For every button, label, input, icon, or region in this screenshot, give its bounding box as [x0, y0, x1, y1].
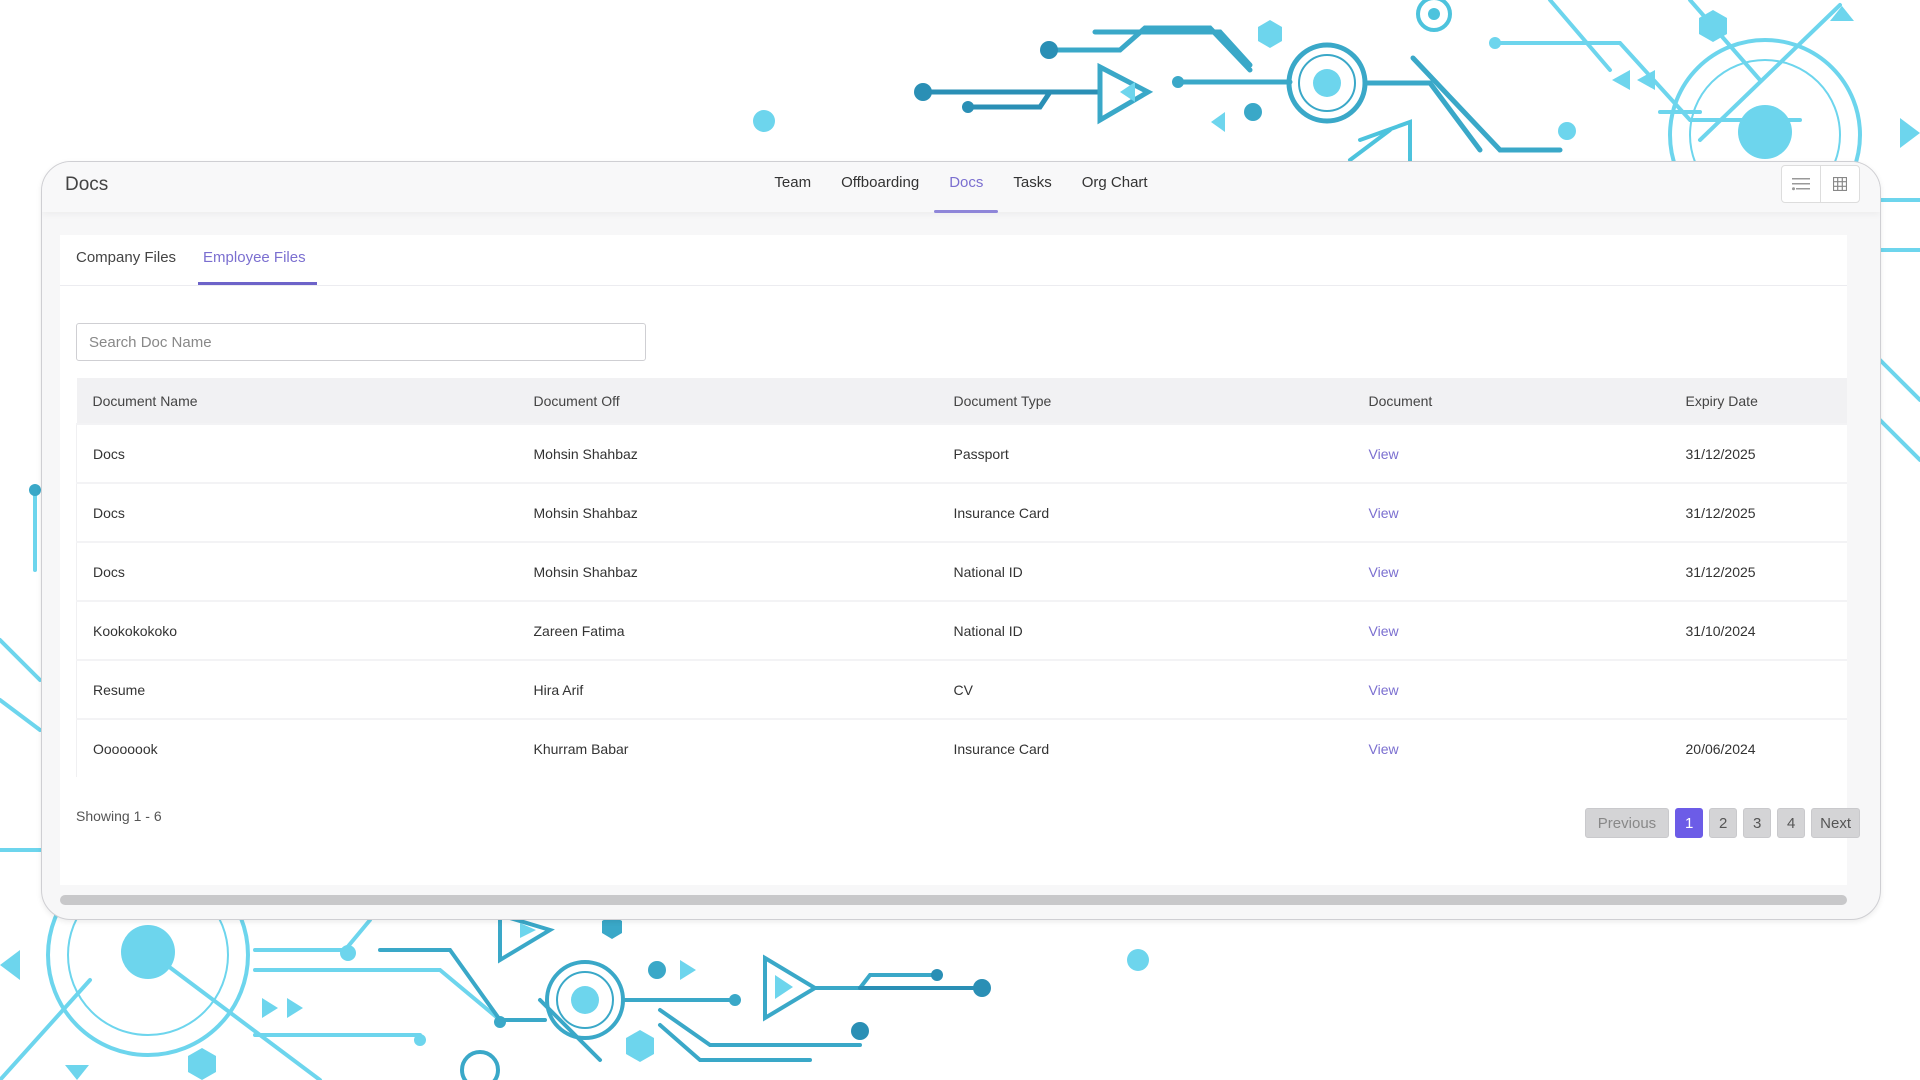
nav-item-org-chart[interactable]: Org Chart [1067, 162, 1163, 212]
list-icon [1792, 178, 1810, 191]
cell-expiry-date: 31/12/2025 [1669, 423, 1847, 483]
grid-icon [1833, 177, 1847, 191]
page-1-button[interactable]: 1 [1675, 808, 1704, 838]
nav-item-team[interactable]: Team [759, 162, 826, 212]
next-page-button[interactable]: Next [1811, 808, 1860, 838]
circuit-node [1040, 41, 1058, 59]
cell-document-name: Docs [76, 482, 518, 542]
grid-view-button[interactable] [1820, 166, 1859, 202]
app-window: Docs Team Offboarding Docs Tasks Org Cha… [41, 161, 1881, 920]
cell-expiry-date: 20/06/2024 [1669, 718, 1847, 777]
cell-document-owner: Mohsin Shahbaz [517, 482, 938, 542]
cell-document-type: Insurance Card [937, 718, 1353, 777]
cell-expiry-date: 31/12/2025 [1669, 541, 1847, 601]
search-doc-input[interactable] [76, 323, 646, 361]
main-nav: Team Offboarding Docs Tasks Org Chart [42, 162, 1880, 213]
cell-document-name: Oooooook [76, 718, 518, 777]
nav-item-offboarding[interactable]: Offboarding [826, 162, 934, 212]
cell-document-type: Passport [937, 423, 1353, 483]
view-document-link[interactable]: View [1369, 564, 1399, 580]
page-2-button[interactable]: 2 [1709, 808, 1738, 838]
top-bar: Docs Team Offboarding Docs Tasks Org Cha… [42, 162, 1880, 213]
table-row: Oooooook Khurram Babar Insurance Card Vi… [76, 718, 1847, 777]
pagination: Previous 1 2 3 4 Next [1584, 808, 1860, 838]
nav-item-docs[interactable]: Docs [934, 162, 999, 213]
view-document-link[interactable]: View [1369, 682, 1399, 698]
cell-document-name: Resume [76, 659, 518, 719]
cell-document-name: Docs [76, 541, 518, 601]
table-row: Docs Mohsin Shahbaz National ID View 31/… [76, 541, 1847, 601]
table-header-row: Document Name Document Off Document Type… [76, 378, 1848, 424]
tab-employee-files[interactable]: Employee Files [187, 235, 317, 285]
showing-count: Showing 1 - 6 [76, 808, 162, 824]
cell-document-owner: Khurram Babar [517, 718, 938, 777]
column-header-document[interactable]: Document [1353, 378, 1670, 424]
documents-table: Document Name Document Off Document Type… [76, 378, 1847, 777]
view-document-link[interactable]: View [1369, 505, 1399, 521]
content-panel: Company Files Employee Files Document Na… [60, 235, 1860, 885]
cell-document-type: CV [937, 659, 1353, 719]
column-header-document-off[interactable]: Document Off [518, 378, 938, 424]
view-document-link[interactable]: View [1369, 623, 1399, 639]
cell-document-owner: Mohsin Shahbaz [517, 423, 938, 483]
previous-page-button[interactable]: Previous [1584, 808, 1670, 838]
cell-expiry-date [1669, 659, 1847, 719]
cell-document-name: Kookokokoko [76, 600, 518, 660]
view-document-link[interactable]: View [1369, 446, 1399, 462]
cell-document-name: Docs [76, 423, 518, 483]
file-tabs: Company Files Employee Files [60, 235, 1847, 286]
table-row: Docs Mohsin Shahbaz Insurance Card View … [76, 482, 1847, 542]
nav-item-tasks[interactable]: Tasks [998, 162, 1066, 212]
view-document-link[interactable]: View [1369, 741, 1399, 757]
cell-expiry-date: 31/12/2025 [1669, 482, 1847, 542]
cell-document-owner: Mohsin Shahbaz [517, 541, 938, 601]
cell-document-owner: Zareen Fatima [517, 600, 938, 660]
table-row: Kookokokoko Zareen Fatima National ID Vi… [76, 600, 1847, 660]
cell-expiry-date: 31/10/2024 [1669, 600, 1847, 660]
cell-document-type: Insurance Card [937, 482, 1353, 542]
view-toggle [1781, 165, 1860, 203]
cell-document-owner: Hira Arif [517, 659, 938, 719]
cell-document-type: National ID [937, 600, 1353, 660]
cell-document-type: National ID [937, 541, 1353, 601]
list-view-button[interactable] [1782, 166, 1820, 202]
page-4-button[interactable]: 4 [1777, 808, 1806, 838]
page-3-button[interactable]: 3 [1743, 808, 1772, 838]
column-header-document-type[interactable]: Document Type [938, 378, 1353, 424]
horizontal-scrollbar[interactable] [60, 895, 1847, 905]
table-row: Docs Mohsin Shahbaz Passport View 31/12/… [76, 423, 1847, 483]
tab-company-files[interactable]: Company Files [60, 235, 187, 285]
column-header-expiry-date[interactable]: Expiry Date [1670, 378, 1848, 424]
table-row: Resume Hira Arif CV View [76, 659, 1847, 719]
column-header-document-name[interactable]: Document Name [77, 378, 518, 424]
